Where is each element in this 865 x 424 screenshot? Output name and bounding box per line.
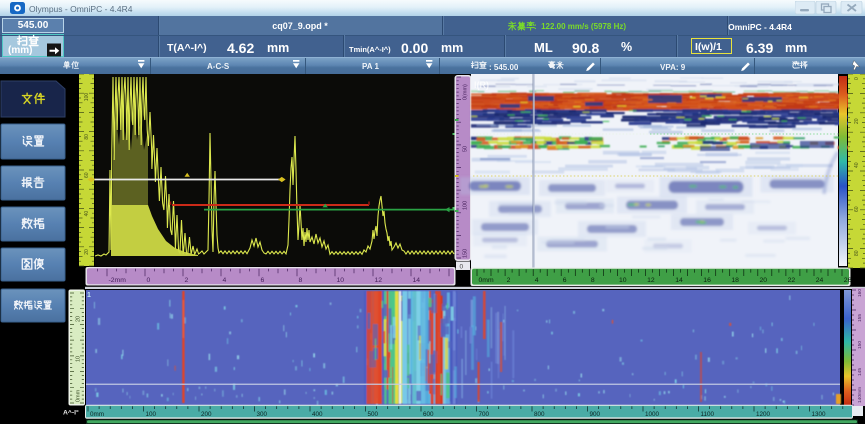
svg-text:155: 155: [857, 314, 863, 322]
svg-text:600: 600: [423, 411, 434, 418]
svg-text:0(mm): 0(mm): [463, 84, 469, 100]
svg-text:4: 4: [223, 277, 227, 284]
svg-text:40: 40: [854, 162, 860, 168]
svg-text:0mm: 0mm: [76, 389, 82, 402]
svg-text:2: 2: [185, 277, 189, 284]
svg-text:40: 40: [84, 211, 90, 217]
svg-text:200: 200: [201, 411, 212, 418]
svg-text:1300: 1300: [812, 411, 827, 418]
svg-text:-2mm: -2mm: [109, 277, 127, 284]
svg-text:12: 12: [647, 277, 655, 284]
svg-text:14: 14: [413, 277, 421, 284]
svg-text:150: 150: [857, 341, 863, 349]
svg-text:8: 8: [591, 277, 595, 284]
svg-text:0mm: 0mm: [479, 277, 494, 284]
svg-text:500: 500: [368, 411, 379, 418]
svg-text:8: 8: [299, 277, 303, 284]
svg-text:1100: 1100: [701, 411, 715, 418]
svg-text:20: 20: [760, 277, 768, 284]
svg-text:12: 12: [375, 277, 383, 284]
svg-text:2: 2: [507, 277, 511, 284]
svg-text:20: 20: [854, 118, 860, 124]
svg-text:10: 10: [619, 277, 627, 284]
svg-text:16: 16: [703, 277, 711, 284]
svg-text:24: 24: [816, 277, 824, 284]
svg-text:0: 0: [460, 264, 464, 271]
svg-text:4: 4: [535, 277, 539, 284]
svg-text:1200: 1200: [756, 411, 771, 418]
svg-text:10: 10: [337, 277, 345, 284]
svg-text:145: 145: [857, 368, 863, 376]
svg-text:100: 100: [146, 411, 157, 418]
svg-text:80: 80: [854, 250, 860, 256]
svg-text:900: 900: [590, 411, 601, 418]
svg-text:80: 80: [84, 134, 90, 140]
svg-text:I(R): I(R): [474, 80, 489, 90]
svg-text:6: 6: [261, 277, 265, 284]
svg-text:18: 18: [731, 277, 739, 284]
svg-text:140mm: 140mm: [857, 387, 863, 403]
svg-text:60: 60: [84, 172, 90, 178]
svg-text:0mm: 0mm: [90, 411, 104, 418]
svg-text:400: 400: [312, 411, 323, 418]
svg-text:60: 60: [854, 206, 860, 212]
svg-text:100: 100: [84, 93, 90, 102]
svg-text:14: 14: [675, 277, 683, 284]
svg-text:20: 20: [84, 249, 90, 255]
svg-text:0: 0: [147, 277, 151, 284]
svg-text:300: 300: [257, 411, 268, 418]
svg-text:50: 50: [463, 146, 469, 152]
svg-text:6: 6: [563, 277, 567, 284]
svg-text:160: 160: [857, 289, 863, 297]
svg-text:1000: 1000: [645, 411, 660, 418]
svg-text:26: 26: [844, 277, 852, 284]
svg-text:800: 800: [534, 411, 545, 418]
svg-text:22: 22: [788, 277, 796, 284]
svg-text:700: 700: [479, 411, 490, 418]
svg-text:100: 100: [463, 201, 469, 210]
svg-text:1: 1: [87, 292, 91, 299]
svg-text:150: 150: [463, 249, 469, 258]
svg-text:20: 20: [76, 316, 82, 322]
svg-text:10: 10: [76, 356, 82, 362]
